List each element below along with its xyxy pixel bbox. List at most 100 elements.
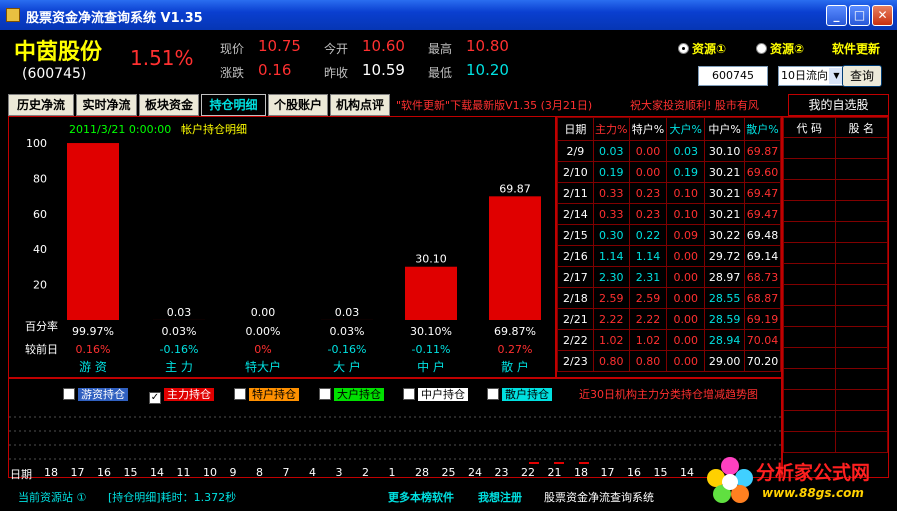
watch-row[interactable] <box>783 326 888 348</box>
watch-row[interactable] <box>783 137 888 159</box>
tab-4[interactable]: 个股账户 <box>268 94 328 116</box>
grid-cell: 1.02 <box>628 329 668 351</box>
category-label: 大 户 <box>333 359 361 374</box>
date-tick: 17 <box>70 466 85 479</box>
trend-checkbox-1[interactable]: ✓ 主力持仓 <box>149 387 218 404</box>
date-tick: 9 <box>229 466 237 479</box>
logo-url: www.88gs.com <box>762 486 864 500</box>
date-tick: 10 <box>203 466 217 479</box>
y-tick-label: 100 <box>26 137 47 150</box>
bar-value-label: 0.03 <box>167 306 192 319</box>
app-icon <box>6 8 20 22</box>
window-title: 股票资金净流查询系统 V1.35 <box>26 11 203 26</box>
tab-5[interactable]: 机构点评 <box>330 94 390 116</box>
grid-cell: 1.14 <box>592 245 630 267</box>
grid-cell: 0.00 <box>666 287 706 309</box>
more-software-link[interactable]: 更多本榜软件 <box>388 489 454 505</box>
watch-row[interactable] <box>783 305 888 327</box>
grid-cell: 0.00 <box>666 350 706 372</box>
watch-row[interactable] <box>783 158 888 180</box>
software-update-link[interactable]: 软件更新 <box>832 40 880 57</box>
query-button[interactable]: 查询 <box>842 65 882 87</box>
table-row: 2/15 0.30 0.22 0.09 30.22 69.48 <box>557 224 781 246</box>
watch-row[interactable] <box>783 200 888 222</box>
grid-cell: 69.19 <box>744 308 781 330</box>
table-row: 2/21 2.22 2.22 0.00 28.59 69.19 <box>557 308 781 330</box>
trend-checkbox-0[interactable]: 游资持仓 <box>63 387 132 403</box>
minimize-button[interactable]: _ <box>826 5 847 26</box>
period-select[interactable]: 10日流向 ▼ <box>778 66 846 86</box>
holdings-bar-chart: 2011/3/21 0:00:00 帐户持仓明细 100 80 60 40 20 99.97%… <box>25 122 541 374</box>
history-grid-panel: 日期 主力% 特户% 大户% 中户% 散户% 2/9 0.03 0.00 0.03 30.10 69.… <box>556 116 782 378</box>
category-label: 散 户 <box>501 359 529 374</box>
stock-code: (600745) <box>22 66 87 82</box>
quote-value: 10.20 <box>466 61 509 79</box>
grid-cell: 30.10 <box>704 140 746 162</box>
table-row: 2/22 1.02 1.02 0.00 28.94 70.04 <box>557 329 781 351</box>
date-tick: 16 <box>97 466 111 479</box>
trend-checkbox-5[interactable]: 散户持仓 <box>487 387 556 403</box>
date-tick: 3 <box>335 466 343 479</box>
quote-label: 最高 <box>428 42 453 56</box>
stock-code-input[interactable]: 600745 <box>698 66 768 86</box>
grid-cell: 0.23 <box>628 182 668 204</box>
watch-row[interactable] <box>783 221 888 243</box>
trend-panel: 游资持仓 ✓ 主力持仓 特户持仓 大户持仓 中户持仓 散户持仓 近30日机构主力分类持仓增减… <box>8 378 782 478</box>
table-row: 2/10 0.19 0.00 0.19 30.21 69.60 <box>557 161 781 183</box>
watch-row[interactable] <box>783 263 888 285</box>
grid-cell: 28.55 <box>704 287 746 309</box>
y-tick-label: 40 <box>33 243 47 256</box>
grid-cell: 0.33 <box>592 203 630 225</box>
watch-row[interactable] <box>783 368 888 390</box>
trend-checkbox-3[interactable]: 大户持仓 <box>319 387 388 403</box>
grid-cell: 2.59 <box>592 287 630 309</box>
grid-cell: 69.14 <box>744 245 781 267</box>
grid-cell: 0.33 <box>592 182 630 204</box>
pct-label: 0.00% <box>246 325 281 338</box>
quote-label: 昨收 <box>324 66 349 80</box>
tab-3[interactable]: 持仓明细 <box>201 94 266 116</box>
grid-cell: 70.20 <box>744 350 781 372</box>
history-table: 日期 主力% 特户% 大户% 中户% 散户% 2/9 0.03 0.00 0.03 30.10 69.… <box>557 117 781 372</box>
grid-cell: 0.00 <box>666 308 706 330</box>
grid-cell: 2/11 <box>557 182 594 204</box>
update-notice[interactable]: "软件更新"下载最新版V1.35 (3月21日) <box>396 97 592 113</box>
change-label: -0.16% <box>328 343 367 356</box>
tab-0[interactable]: 历史净流 <box>8 94 74 116</box>
tab-2[interactable]: 板块资金 <box>139 94 199 116</box>
chart-title: 2011/3/21 0:00:00 <box>69 123 171 136</box>
watch-row[interactable] <box>783 284 888 306</box>
grid-cell: 2/14 <box>557 203 594 225</box>
grid-cell: 68.73 <box>744 266 781 288</box>
trend-checkbox-4[interactable]: 中户持仓 <box>403 387 472 403</box>
date-tick: 11 <box>176 466 191 479</box>
watch-row[interactable] <box>783 431 888 453</box>
checkbox-box <box>487 388 499 400</box>
trend-checkbox-2[interactable]: 特户持仓 <box>234 387 303 403</box>
register-link[interactable]: 我想注册 <box>478 489 522 505</box>
date-tick: 15 <box>653 466 668 479</box>
grid-header-cell: 日期 <box>557 117 594 141</box>
grid-cell: 0.00 <box>666 266 706 288</box>
watch-row[interactable] <box>783 410 888 432</box>
checkbox-label: 主力持仓 <box>164 388 214 401</box>
checkbox-label: 散户持仓 <box>502 388 552 401</box>
watch-row[interactable] <box>783 242 888 264</box>
grid-cell: 2/21 <box>557 308 594 330</box>
tab-1[interactable]: 实时净流 <box>76 94 137 116</box>
watch-row[interactable] <box>783 179 888 201</box>
source1-radio[interactable]: 资源① <box>678 40 726 57</box>
source2-radio[interactable]: 资源② <box>756 40 804 57</box>
grid-cell: 2.22 <box>628 308 668 330</box>
watch-row[interactable] <box>783 389 888 411</box>
maximize-button[interactable]: □ <box>849 5 870 26</box>
title-bar: 股票资金净流查询系统 V1.35 _ □ ✕ <box>0 0 897 30</box>
watch-row[interactable] <box>783 347 888 369</box>
grid-cell: 0.09 <box>666 224 706 246</box>
grid-header-cell: 大户% <box>666 117 706 141</box>
watchlist-panel: 代 码股 名 <box>782 116 889 478</box>
grid-cell: 2/10 <box>557 161 594 183</box>
date-tick: 4 <box>309 466 316 479</box>
category-label: 特大户 <box>245 359 281 374</box>
close-button[interactable]: ✕ <box>872 5 893 26</box>
